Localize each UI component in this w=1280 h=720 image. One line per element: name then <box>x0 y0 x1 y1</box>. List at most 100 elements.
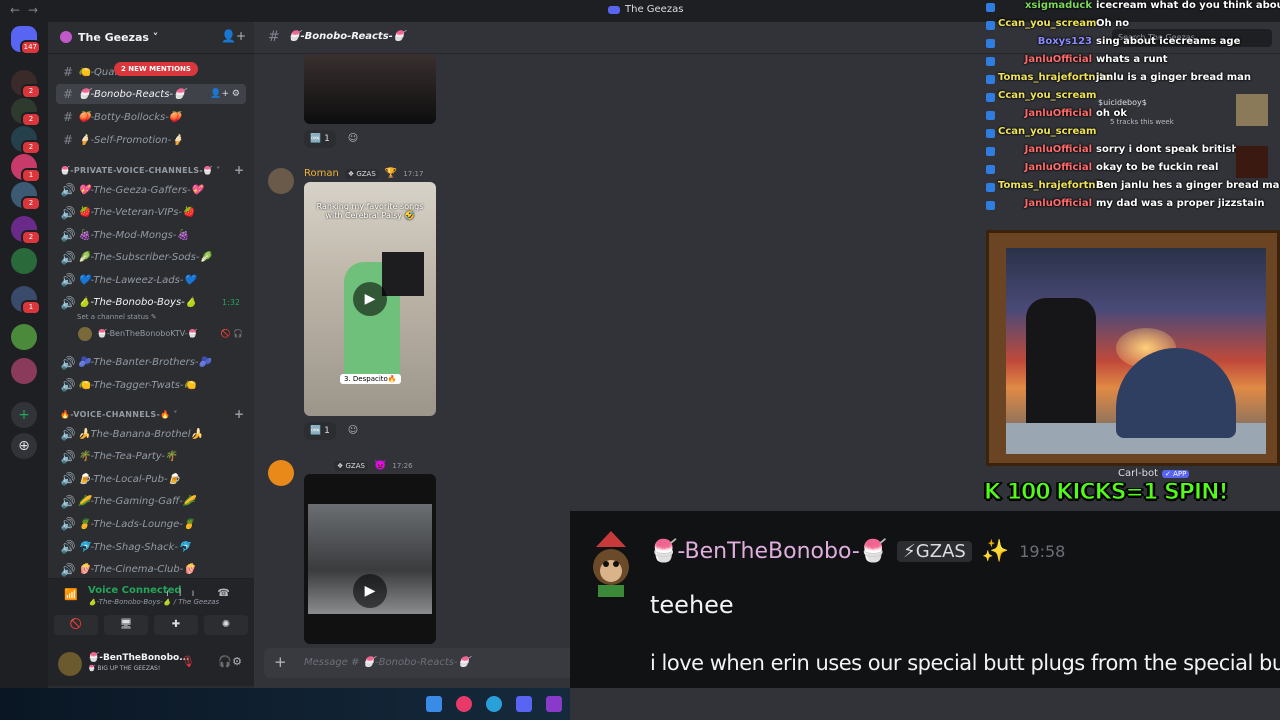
chat-username[interactable]: Ccan_you_scream <box>998 18 1096 29</box>
voice-channel-private-3[interactable]: 🔊 🥬-The-Subscriber-Sods-🥬 <box>56 248 246 268</box>
voice-channel-private-2[interactable]: 🔊 🍇-The-Mod-Mongs-🍇 <box>56 225 246 245</box>
member-name: 🍧-BenTheBonoboKTV-🍧 <box>97 329 198 338</box>
discover-button[interactable]: ⊕ <box>11 433 37 459</box>
server-icon[interactable]: 2 <box>11 98 41 127</box>
message-input[interactable]: Message # 🍧-Bonobo-Reacts-🍧 <box>304 657 470 668</box>
voice-channel-1[interactable]: 🔊 🌴-The-Tea-Party-🌴 <box>56 447 246 467</box>
app-icon[interactable] <box>456 696 472 712</box>
message-video-1[interactable]: Ranking my favorite songs with Cerebral … <box>304 182 436 416</box>
chat-username[interactable]: Ccan_you_scream <box>998 126 1096 137</box>
message-video-2[interactable]: ▶ <box>304 474 436 644</box>
chat-username[interactable]: Tomas_hrajefortnite <box>998 72 1111 83</box>
voice-channel-6[interactable]: 🔊 🍿-The-Cinema-Club-🍿 <box>56 560 246 580</box>
reaction-count: 1 <box>324 134 330 144</box>
activity-button[interactable]: ✚ <box>154 615 198 635</box>
channel-text-2[interactable]: # 🍑-Botty-Bollocks-🍑 <box>56 107 246 127</box>
server-icon[interactable]: 2 <box>11 182 41 211</box>
category-voice[interactable]: 🔥-VOICE-CHANNELS-🔥 ˅ + <box>60 407 244 421</box>
chat-username[interactable]: JanluOfficial <box>998 144 1092 155</box>
start-icon[interactable] <box>426 696 442 712</box>
screen-share-button[interactable]: 🖥 <box>104 615 148 635</box>
chat-username[interactable]: xsigmaduck <box>998 0 1092 11</box>
chat-line: Ccan_you_scream <box>986 126 1280 141</box>
voice-channel-private-5[interactable]: 🔊 🍐-The-Bonobo-Boys-🍐 1:32 <box>56 293 246 313</box>
channel-sidebar: The Geezas ˅ 👤+ # 🍋-Qua... 2 NEW MENTION… <box>48 22 254 720</box>
reaction-pill[interactable]: 🆒 1 <box>304 130 336 148</box>
server-icon[interactable]: 2 <box>11 216 41 245</box>
play-icon[interactable]: ▶ <box>353 282 387 316</box>
voice-channel-private-1[interactable]: 🔊 🍓-The-Veteran-VIPs-🍓 <box>56 203 246 223</box>
category-private-voice[interactable]: 🍧-PRIVATE-VOICE-CHANNELS-🍧 ˅ + <box>60 163 244 177</box>
bot-name[interactable]: Carl-bot <box>1118 468 1158 479</box>
server-icon[interactable] <box>11 358 37 384</box>
gear-icon[interactable]: ⚙ <box>232 655 242 668</box>
camera-button[interactable]: 🚫 <box>54 615 98 635</box>
server-icon[interactable]: 2 <box>11 126 41 155</box>
server-icon[interactable]: 2 <box>11 70 41 99</box>
app-icon[interactable] <box>546 696 562 712</box>
voice-channel-private-7[interactable]: 🔊 🍋-The-Tagger-Twats-🍋 <box>56 375 246 395</box>
new-mentions-badge[interactable]: 2 NEW MENTIONS <box>114 62 198 76</box>
user-name[interactable]: 🍧-BenTheBonobo... <box>88 653 189 663</box>
voice-channel-private-4[interactable]: 🔊 💙-The-Laweez-Lads-💙 <box>56 270 246 290</box>
voice-channel-3[interactable]: 🔊 🌽-The-Gaming-Gaff-🌽 <box>56 492 246 512</box>
featured-line-2: i love when erin uses our special butt p… <box>650 651 1280 675</box>
server-icon[interactable]: 1 <box>11 154 41 183</box>
upload-plus-icon[interactable]: + <box>274 653 287 671</box>
speaker-icon: 🔊 <box>60 494 76 509</box>
voice-channel-private-6[interactable]: 🔊 🫐-The-Banter-Brothers-🫐 <box>56 353 246 373</box>
invite-icon[interactable]: 👤+ <box>221 29 246 43</box>
guild-header[interactable]: The Geezas ˅ 👤+ <box>48 22 254 54</box>
voice-channel-private-0[interactable]: 🔊 💖-The-Geeza-Gaffers-💖 <box>56 180 246 200</box>
chat-username[interactable]: JanluOfficial <box>998 162 1092 173</box>
chat-username[interactable]: Ccan_you_scream <box>998 90 1096 101</box>
avatar[interactable] <box>268 168 294 194</box>
author-name[interactable]: Roman <box>304 168 339 179</box>
speaker-icon: 🔊 <box>60 449 76 464</box>
voice-panel: 📶 Voice Connected 🍐-The-Bonobo-Boys-🍐 / … <box>48 578 254 640</box>
voice-channel-2[interactable]: 🔊 🍺-The-Local-Pub-🍺 <box>56 469 246 489</box>
reaction-pill[interactable]: 🆒 1 <box>304 422 336 440</box>
chat-username[interactable]: Tomas_hrajefortnite <box>998 180 1111 191</box>
add-reaction-icon[interactable]: ☺ <box>344 422 362 440</box>
chat-username[interactable]: JanluOfficial <box>998 54 1092 65</box>
message-media-0[interactable] <box>304 54 436 124</box>
avatar[interactable] <box>58 652 82 676</box>
channel-status[interactable]: Set a channel status ✎ <box>77 313 157 321</box>
signal-icon: 📶 <box>64 588 78 601</box>
discord-icon[interactable] <box>516 696 532 712</box>
voice-location[interactable]: 🍐-The-Bonobo-Boys-🍐 / The Geezas <box>88 598 219 606</box>
disconnect-icon[interactable]: ılı ☎ <box>166 588 240 599</box>
channel-text-1[interactable]: # 🍧-Bonobo-Reacts-🍧 👤+ ⚙ <box>56 84 246 104</box>
voice-channel-0[interactable]: 🔊 🍌The-Banana-Brothel🍌 <box>56 424 246 444</box>
voice-channel-4[interactable]: 🔊 🍍-The-Lads-Lounge-🍍 <box>56 514 246 534</box>
speaker-icon: 🔊 <box>60 205 76 220</box>
channel-text-3[interactable]: # 🍦-Self-Promotion-🍦 <box>56 130 246 150</box>
voice-member[interactable]: 🍧-BenTheBonoboKTV-🍧 🚫 🎧 <box>78 326 243 341</box>
chat-text: janlu is a ginger bread man <box>1096 72 1252 83</box>
home-button[interactable]: 147 <box>11 26 41 55</box>
server-badge: 2 <box>21 140 41 155</box>
speaker-icon: 🔊 <box>60 378 76 392</box>
soundboard-button[interactable]: ✺ <box>204 615 248 635</box>
badge-icon <box>986 111 995 120</box>
add-channel-icon[interactable]: + <box>234 163 244 177</box>
server-icon[interactable] <box>11 248 37 274</box>
channel-settings-icon[interactable]: 👤+ ⚙ <box>210 89 240 99</box>
chat-username[interactable]: JanluOfficial <box>998 198 1092 209</box>
add-server-button[interactable]: + <box>11 402 37 428</box>
chat-username[interactable]: JanluOfficial <box>998 108 1092 119</box>
chat-line: Ccan_you_scream Oh no <box>986 18 1280 33</box>
edge-icon[interactable] <box>486 696 502 712</box>
voice-channel-5[interactable]: 🔊 🐬-The-Shag-Shack-🐬 <box>56 537 246 557</box>
author-emoji: 👿 <box>373 460 387 471</box>
play-icon[interactable]: ▶ <box>353 574 387 608</box>
server-icon[interactable] <box>11 324 37 350</box>
add-channel-icon[interactable]: + <box>234 407 244 421</box>
chat-username[interactable]: Boxys123 <box>998 36 1092 47</box>
nav-arrows[interactable]: ←→ <box>10 3 46 17</box>
avatar[interactable] <box>268 460 294 486</box>
server-icon[interactable]: 1 <box>11 286 41 315</box>
add-reaction-icon[interactable]: ☺ <box>344 130 362 148</box>
speaker-icon: 🔊 <box>60 295 76 310</box>
